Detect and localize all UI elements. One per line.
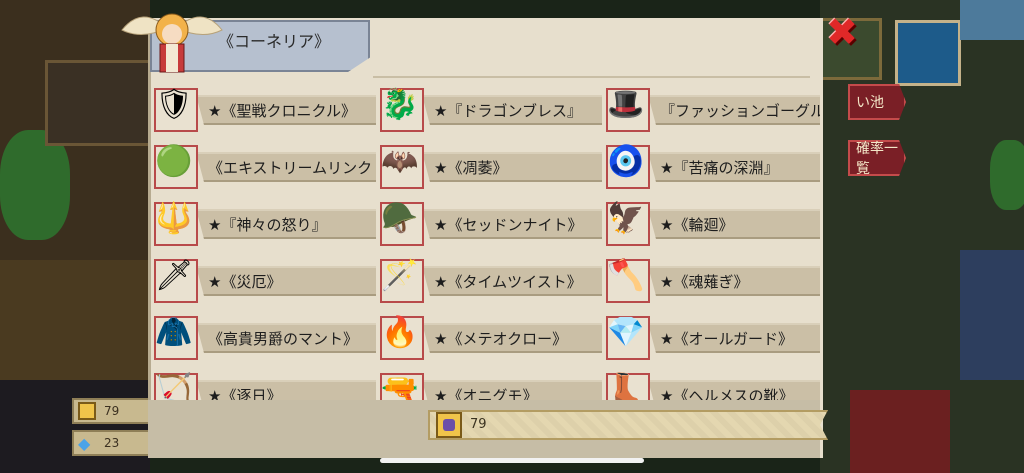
cape-icon: 🧥 (155, 314, 193, 350)
pool (895, 20, 961, 86)
collection-item[interactable]: ★《ヘルメスの靴》 👢 (602, 365, 820, 400)
item-grid: ★《聖戦クロニクル》 🛡 ★『ドラゴンブレス』 🐉 『ファッションゴーグル 🎩 《エキストリ… (150, 78, 820, 400)
item-label: ★《輪廻》 (648, 209, 820, 239)
item-label: ★《魂薙ぎ》 (648, 266, 820, 296)
item-label: ★《オニグモ》 (422, 380, 602, 400)
axe-icon: 🪓 (607, 257, 645, 293)
dark-armor-icon: 🦇 (381, 143, 419, 179)
goggle-hat-icon: 🎩 (607, 86, 645, 122)
item-label: ★『ドラゴンブレス』 (422, 95, 602, 125)
close-icon: ✖ (826, 10, 858, 54)
collection-item[interactable]: ★《凋萎》 🦇 (376, 137, 602, 193)
collection-item[interactable]: ★《オールガード》 💎 (602, 308, 820, 364)
currency-value: 23 (104, 436, 120, 450)
collection-item[interactable]: ★《魂薙ぎ》 🪓 (602, 251, 820, 307)
pool-2 (960, 0, 1024, 40)
collection-item[interactable]: 《高貴男爵のマント》 🧥 (150, 308, 376, 364)
spear-icon: 🔱 (155, 200, 193, 236)
dragon-helmet-icon: 🐉 (381, 86, 419, 122)
red-area (850, 390, 950, 473)
item-label: ★《ヘルメスの靴》 (648, 380, 820, 400)
gem-icon: ◆ (78, 434, 91, 453)
footer-cost-bar (428, 410, 828, 440)
bow-icon: 🏹 (155, 371, 193, 401)
item-label: ★《タイムツイスト》 (422, 266, 602, 296)
guard-gem-icon: 💎 (607, 314, 645, 350)
home-indicator[interactable] (380, 458, 644, 463)
gun-icon: 🔫 (381, 371, 419, 401)
currency-value: 79 (104, 404, 120, 418)
collection-item[interactable]: ★『苦痛の深淵』 🧿 (602, 137, 820, 193)
currency-hero-token: 79 (72, 398, 152, 424)
collection-item[interactable]: ★《メテオクロー》 🔥 (376, 308, 602, 364)
tree (0, 130, 70, 240)
hero-token-icon (436, 412, 462, 438)
blue-helmet-icon: 🪖 (381, 200, 419, 236)
currency-gem: ◆ 23 (72, 430, 152, 456)
item-label: ★《逐日》 (196, 380, 376, 400)
item-label: ★《聖戦クロニクル》 (196, 95, 376, 125)
collection-item[interactable]: 《エキストリームリンク 🟢 (150, 137, 376, 193)
hero-token-icon (78, 402, 96, 420)
item-label: ★『苦痛の深淵』 (648, 152, 820, 182)
dark-area (0, 380, 150, 473)
tree (990, 140, 1024, 210)
hero-name: 《コーネリア》 (218, 32, 331, 51)
collection-item[interactable]: ★《聖戦クロニクル》 🛡 (150, 80, 376, 136)
collection-item[interactable]: ★《オニグモ》 🔫 (376, 365, 602, 400)
collection-item[interactable]: ★《セッドンナイト》 🪖 (376, 194, 602, 250)
device-icon: 🟢 (155, 143, 193, 179)
footer-value: 79 (470, 417, 487, 432)
sword-icon: 🗡 (154, 257, 194, 293)
amulet-icon: 🧿 (607, 143, 645, 179)
meteor-claw-icon: 🔥 (381, 314, 419, 350)
armor-icon: 🛡 (154, 86, 194, 122)
boots-icon: 👢 (607, 371, 645, 401)
hero-avatar (121, 13, 223, 73)
collection-item[interactable]: ★『ドラゴンブレス』 🐉 (376, 80, 602, 136)
item-label: 《高貴男爵のマント》 (196, 323, 376, 353)
item-label: 《エキストリームリンク (196, 152, 376, 182)
probability-list-button[interactable]: 確率一覧 (848, 140, 906, 176)
rug (960, 250, 1024, 380)
item-label: ★《セッドンナイト》 (422, 209, 602, 239)
collection-item[interactable]: ★『神々の怒り』 🔱 (150, 194, 376, 250)
collection-item[interactable]: ★《輪廻》 🦅 (602, 194, 820, 250)
staff-icon: 🪄 (381, 257, 419, 293)
floor (0, 260, 150, 380)
collection-item[interactable]: ★《逐日》 🏹 (150, 365, 376, 400)
collection-item[interactable]: 『ファッションゴーグル 🎩 (602, 80, 820, 136)
item-label: ★『神々の怒り』 (196, 209, 376, 239)
item-label: 『ファッションゴーグル (648, 95, 820, 125)
item-label: ★《凋萎》 (422, 152, 602, 182)
close-button[interactable]: ✖ (822, 10, 862, 54)
collection-item[interactable]: ★《災厄》 🗡 (150, 251, 376, 307)
item-label: ★《オールガード》 (648, 323, 820, 353)
collection-item[interactable]: ★《タイムツイスト》 🪄 (376, 251, 602, 307)
item-label: ★《メテオクロー》 (422, 323, 602, 353)
claw-icon: 🦅 (607, 200, 645, 236)
item-label: ★《災厄》 (196, 266, 376, 296)
side-menu-button[interactable]: い池 (848, 84, 906, 120)
